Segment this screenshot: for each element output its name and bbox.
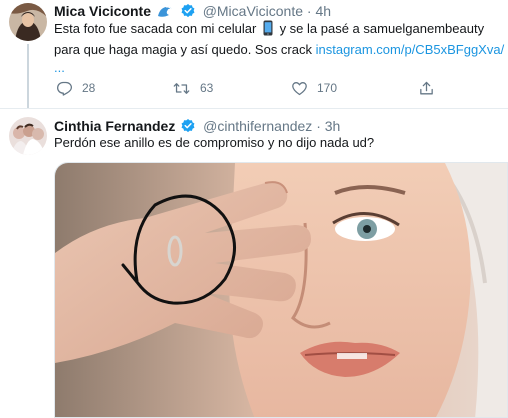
author-handle[interactable]: @cinthifernandez: [203, 118, 312, 134]
reply-icon: [56, 81, 73, 96]
share-button[interactable]: [418, 78, 435, 98]
author-name[interactable]: Mica Viciconte: [54, 3, 151, 19]
tweet-timestamp[interactable]: 3h: [325, 118, 341, 134]
tweet-timestamp[interactable]: 4h: [315, 3, 331, 19]
reply-count: 28: [82, 81, 96, 95]
retweet-button[interactable]: 63: [172, 78, 213, 98]
like-button[interactable]: 170: [291, 78, 337, 98]
tweet-text: Perdón ese anillo es de compromiso y no …: [54, 135, 375, 150]
avatar-mica[interactable]: [9, 3, 47, 41]
thread-connector-line: [27, 44, 29, 108]
reply-button[interactable]: 28: [56, 78, 95, 98]
text-segment: y se la pasé a samuelganembeauty: [275, 21, 485, 36]
text-segment: Esta foto fue sacada con mi celular: [54, 21, 260, 36]
instagram-link[interactable]: instagram.com/p/CB5xBFggXva/: [316, 42, 505, 57]
avatar-cinthia[interactable]: [9, 117, 47, 155]
tweet-text-line-1: Esta foto fue sacada con mi celular y se…: [54, 20, 504, 41]
separator-dot: ·: [306, 3, 312, 19]
text-segment: para que haga magia y así quedo. Sos cra…: [54, 42, 316, 57]
separator-dot: ·: [316, 118, 321, 134]
tweet-text-line-3: ...: [54, 59, 504, 77]
heart-icon: [292, 81, 307, 95]
like-count: 170: [317, 81, 338, 95]
ellipsis-link[interactable]: ...: [54, 60, 65, 75]
tweet-text-line-2: para que haga magia y así quedo. Sos cra…: [54, 41, 504, 59]
tweet-actions: 28 63 170: [54, 78, 454, 98]
tweet-text: Esta foto fue sacada con mi celular y se…: [54, 20, 504, 77]
phone-emoji-icon: [262, 20, 274, 41]
author-name[interactable]: Cinthia Fernandez: [54, 118, 175, 134]
retweet-count: 63: [200, 81, 214, 95]
share-icon: [420, 81, 433, 94]
retweet-icon: [173, 82, 190, 94]
tweet-cinthia[interactable]: Cinthia Fernandez @cinthifernandez · 3h …: [0, 109, 508, 418]
author-handle[interactable]: @MicaViciconte: [203, 3, 303, 19]
tweet-mica[interactable]: Mica Viciconte @MicaViciconte · 4h Esta …: [0, 0, 508, 109]
tweet-photo[interactable]: [54, 162, 508, 418]
